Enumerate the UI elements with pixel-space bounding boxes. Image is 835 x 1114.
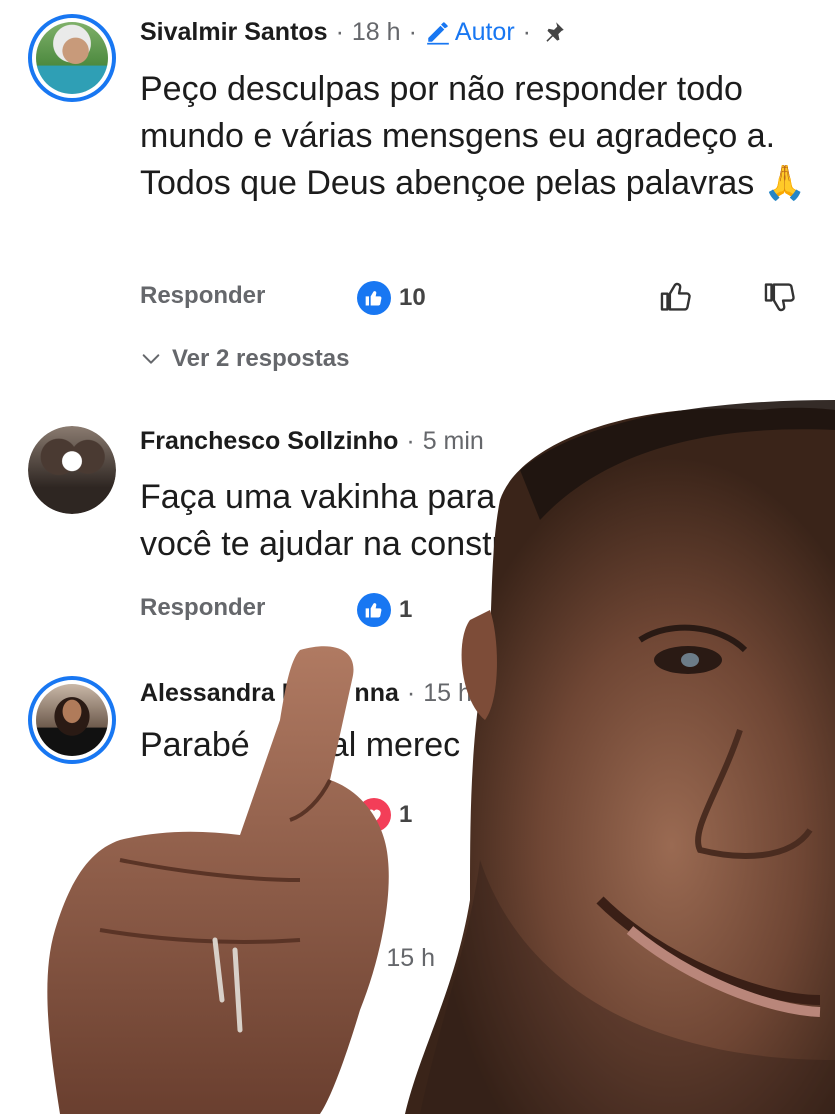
avatar-photo	[28, 426, 116, 514]
comment-header: · 15 h	[362, 938, 435, 978]
like-button[interactable]	[658, 277, 696, 320]
like-icon	[357, 593, 391, 627]
avatar-photo	[36, 22, 108, 94]
dislike-button[interactable]	[762, 279, 800, 322]
timestamp[interactable]: 15 h	[423, 679, 472, 708]
comment-header: Sivalmir Santos · 18 h · Autor ·	[140, 12, 567, 52]
author-name-continued: nna	[354, 678, 399, 707]
reply-button[interactable]: Responder	[140, 594, 265, 622]
author-name[interactable]: Franchesco Sollzinho	[140, 427, 398, 456]
separator: ·	[408, 17, 417, 46]
separator: ·	[370, 943, 379, 972]
comment-text-b: Val merec	[309, 726, 461, 764]
separator: ·	[406, 678, 416, 707]
avatar-photo	[36, 684, 108, 756]
reaction-count: 1	[399, 801, 413, 828]
thumbs-down-icon	[764, 283, 795, 312]
comment-header: Alessandra P nna · 15 h	[140, 673, 472, 713]
comment-text-a: Parabé	[140, 726, 250, 764]
author-badge-label: Autor	[454, 17, 515, 46]
view-replies-button[interactable]: Ver 2 respostas	[140, 345, 349, 373]
comment-text: Faça uma vakinha para quem você te ajuda…	[140, 478, 590, 563]
reaction-summary[interactable]: 1	[357, 593, 412, 627]
reply-button[interactable]: Responder	[140, 282, 265, 310]
timestamp[interactable]: 18 h	[352, 18, 401, 47]
reaction-count: 10	[399, 284, 426, 311]
reaction-summary[interactable]: 1	[357, 798, 412, 832]
author-name[interactable]: Alessandra P	[140, 679, 298, 708]
chevron-down-icon	[142, 354, 160, 364]
love-icon	[357, 798, 391, 832]
reaction-summary[interactable]: 10	[357, 281, 426, 315]
comment-text: Parabé Val merec	[140, 722, 480, 769]
pencil-icon	[427, 22, 449, 45]
comment-header: Franchesco Sollzinho · 5 min	[140, 421, 484, 461]
reaction-count: 1	[399, 596, 413, 623]
comment-actions: Responder	[140, 276, 265, 316]
author-badge: Autor	[425, 18, 515, 47]
avatar[interactable]	[28, 676, 116, 764]
separator: ·	[335, 17, 344, 46]
like-icon	[357, 281, 391, 315]
thumbs-up-icon	[660, 282, 691, 311]
pin-icon	[541, 19, 567, 45]
comment-actions: Responder	[140, 588, 265, 628]
avatar[interactable]	[28, 14, 116, 102]
separator: ·	[522, 17, 531, 46]
separator: ·	[406, 426, 415, 455]
timestamp[interactable]: 15 h	[386, 944, 435, 973]
timestamp[interactable]: 5 min	[423, 427, 484, 456]
comment-text: Peço desculpas por não responder todo mu…	[140, 70, 807, 202]
view-replies-label: Ver 2 respostas	[172, 345, 350, 372]
author-name[interactable]: Sivalmir Santos	[140, 18, 328, 47]
avatar[interactable]	[28, 426, 116, 514]
